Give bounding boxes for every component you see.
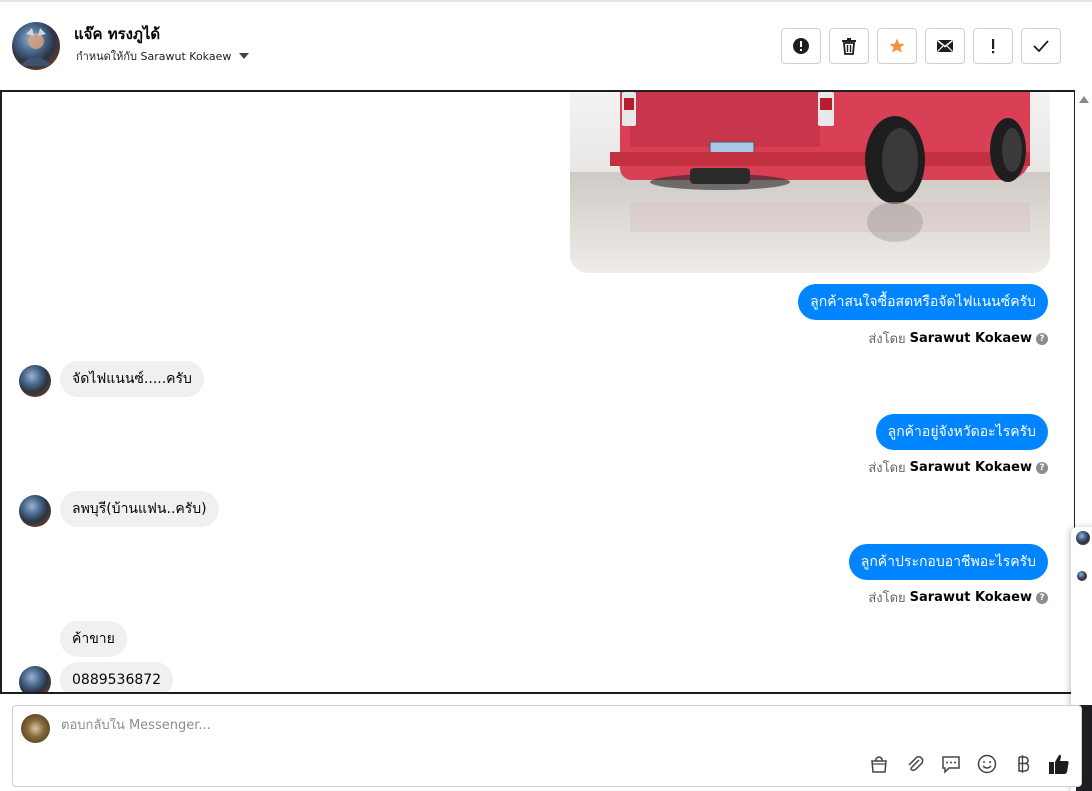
mark-unread-button[interactable] (925, 28, 965, 64)
message-incoming[interactable]: 0889536872 (60, 662, 174, 692)
attached-photo[interactable] (570, 92, 1050, 273)
action-toolbar (781, 28, 1061, 64)
emoji-button[interactable] (975, 752, 999, 776)
saved-replies-button[interactable] (939, 752, 963, 776)
conversation-header: แจ๊ค ทรงภูได้ กำหนดให้กับ Sarawut Kokaew (0, 2, 1092, 90)
page-avatar (21, 714, 50, 743)
contact-avatar[interactable] (12, 22, 60, 70)
delete-button[interactable] (829, 28, 869, 64)
follow-up-button[interactable] (973, 28, 1013, 64)
message-outgoing[interactable]: ลูกค้าอยู่จังหวัดอะไรครับ (875, 414, 1048, 450)
sent-by-prefix: ส่งโดย (868, 332, 906, 347)
smiley-icon (977, 754, 997, 774)
attach-button[interactable] (903, 752, 927, 776)
sent-by-name: Sarawut Kokaew (909, 460, 1032, 475)
sent-by-label: ส่งโดย Sarawut Kokaew ? (868, 328, 1048, 349)
shop-button[interactable] (867, 752, 891, 776)
sent-by-label: ส่งโดย Sarawut Kokaew ? (868, 587, 1048, 608)
contact-avatar-small[interactable] (19, 666, 51, 692)
question-icon[interactable]: ? (1036, 461, 1048, 474)
reply-input[interactable] (61, 718, 961, 733)
payment-button[interactable] (1011, 752, 1035, 776)
thumbs-up-icon (1049, 754, 1069, 774)
mark-done-button[interactable] (1021, 28, 1061, 64)
check-icon (1033, 40, 1049, 53)
side-avatar[interactable] (1076, 531, 1090, 545)
contact-avatar-small[interactable] (19, 495, 51, 527)
question-icon[interactable]: ? (1036, 332, 1048, 345)
question-icon[interactable]: ? (1036, 591, 1048, 604)
message-outgoing[interactable]: ลูกค้าสนใจซื้อสดหรือจัดไฟแนนซ์ครับ (798, 284, 1048, 320)
message-outgoing[interactable]: ลูกค้าประกอบอาชีพอะไรครับ (848, 544, 1048, 580)
reply-composer (12, 705, 1082, 787)
star-button[interactable] (877, 28, 917, 64)
message-incoming[interactable]: จัดไฟแนนซ์.....ครับ (60, 361, 204, 397)
speech-bubble-icon (942, 756, 960, 774)
message-thread[interactable]: ลูกค้าสนใจซื้อสดหรือจัดไฟแนนซ์ครับ ส่งโด… (0, 90, 1075, 694)
shopping-bag-icon (871, 756, 887, 773)
sent-by-prefix: ส่งโดย (868, 591, 906, 606)
scroll-up-icon[interactable] (1079, 96, 1089, 103)
assign-label: กำหนดให้กับ Sarawut Kokaew (76, 50, 232, 63)
sent-by-name: Sarawut Kokaew (909, 331, 1032, 346)
alert-circle-icon (793, 38, 809, 54)
exclamation-icon (992, 39, 995, 54)
contact-avatar-small[interactable] (19, 365, 51, 397)
mark-spam-button[interactable] (781, 28, 821, 64)
trash-icon (842, 38, 856, 55)
sent-by-label: ส่งโดย Sarawut Kokaew ? (868, 457, 1048, 478)
baht-icon (1018, 755, 1030, 773)
side-avatar[interactable] (1077, 571, 1087, 581)
message-incoming[interactable]: ลพบุรี(บ้านแฟน..ครับ) (60, 491, 219, 527)
star-icon (889, 38, 905, 53)
assign-dropdown[interactable]: กำหนดให้กับ Sarawut Kokaew (76, 47, 250, 65)
sent-by-name: Sarawut Kokaew (909, 590, 1032, 605)
sent-by-prefix: ส่งโดย (868, 461, 906, 476)
like-button[interactable] (1047, 752, 1071, 776)
caret-down-icon (239, 53, 250, 59)
contact-name[interactable]: แจ๊ค ทรงภูได้ (74, 22, 160, 46)
envelope-icon (937, 39, 953, 52)
composer-tools (867, 752, 1071, 776)
message-incoming[interactable]: ค้าขาย (60, 621, 127, 657)
paperclip-icon (908, 756, 924, 772)
